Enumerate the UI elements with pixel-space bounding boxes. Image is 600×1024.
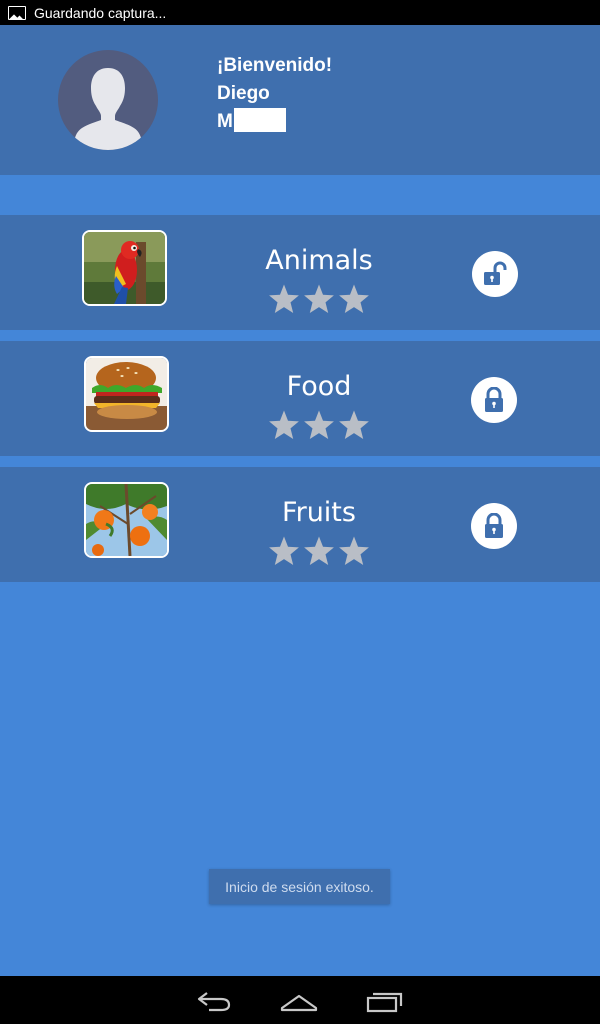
star-icon xyxy=(269,536,299,565)
avatar[interactable] xyxy=(58,50,158,150)
category-row-fruits[interactable]: Fruits xyxy=(0,467,600,582)
lock-button[interactable] xyxy=(471,377,517,423)
category-title: Fruits xyxy=(282,497,356,528)
welcome-title: ¡Bienvenido! xyxy=(217,55,333,76)
burger-image xyxy=(86,358,167,430)
category-image-fruits xyxy=(84,482,169,558)
lock-button[interactable] xyxy=(471,503,517,549)
lock-button[interactable] xyxy=(472,251,518,297)
user-last-name: M xyxy=(217,108,332,136)
image-icon xyxy=(8,5,26,20)
star-icon xyxy=(339,410,369,439)
parrot-image xyxy=(84,232,165,304)
star-icon xyxy=(339,536,369,565)
star-icon xyxy=(304,410,334,439)
user-first-name: Diego xyxy=(217,83,270,104)
last-name-initial: M xyxy=(217,111,233,132)
status-text: Guardando captura... xyxy=(34,4,167,21)
status-bar: Guardando captura... xyxy=(0,0,600,25)
star-rating xyxy=(268,535,370,567)
locked-padlock-icon xyxy=(485,513,503,538)
category-title: Animals xyxy=(265,245,373,276)
star-icon xyxy=(339,284,369,313)
category-image-food xyxy=(84,356,169,432)
category-list: Animals Food Fruits xyxy=(0,215,600,593)
category-title: Food xyxy=(286,371,352,402)
navigation-bar xyxy=(0,976,600,1024)
star-icon xyxy=(304,536,334,565)
star-icon xyxy=(269,284,299,313)
star-rating xyxy=(268,283,370,315)
profile-header: ¡Bienvenido! Diego M xyxy=(0,25,600,175)
star-rating xyxy=(268,409,370,441)
locked-padlock-icon xyxy=(485,387,503,412)
unlocked-padlock-icon xyxy=(484,261,507,285)
welcome-block: ¡Bienvenido! Diego M xyxy=(217,52,332,136)
redacted-block xyxy=(233,108,286,132)
category-row-food[interactable]: Food xyxy=(0,341,600,456)
back-icon[interactable] xyxy=(195,988,235,1014)
person-silhouette-icon xyxy=(73,68,143,150)
category-row-animals[interactable]: Animals xyxy=(0,215,600,330)
recent-apps-icon[interactable] xyxy=(364,988,404,1014)
category-image-animals xyxy=(82,230,167,306)
star-icon xyxy=(269,410,299,439)
star-icon xyxy=(304,284,334,313)
home-icon[interactable] xyxy=(279,988,319,1014)
oranges-image xyxy=(86,484,167,556)
toast-message: Inicio de sesión exitoso. xyxy=(209,869,390,904)
